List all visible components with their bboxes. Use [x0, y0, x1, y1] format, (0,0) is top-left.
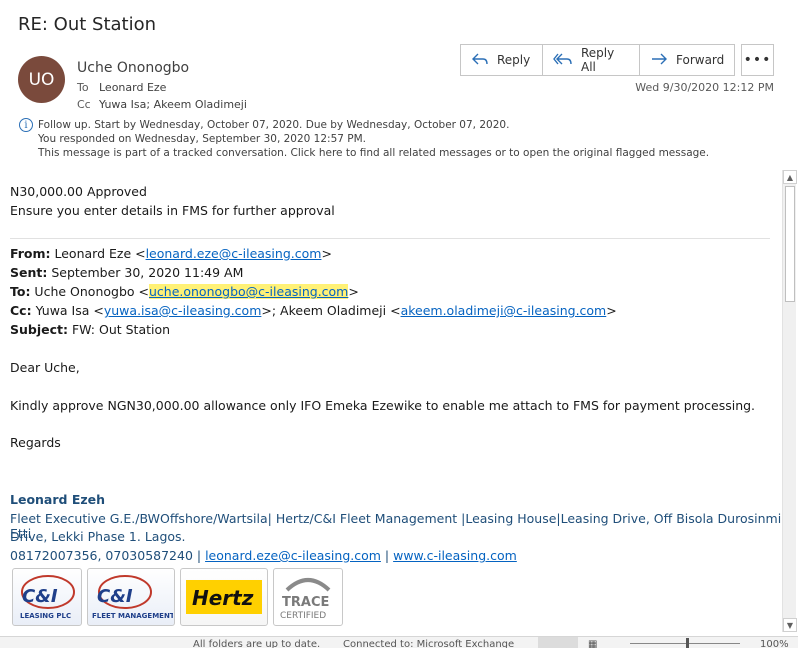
signature-email-link[interactable]: leonard.eze@c-ileasing.com	[205, 548, 381, 563]
cc-close: >	[606, 303, 617, 318]
trace-certified-logo[interactable]: TRACE CERTIFIED	[273, 568, 343, 626]
cc-email1-link[interactable]: yuwa.isa@c-ileasing.com	[104, 303, 262, 318]
cc-line: Cc Yuwa Isa; Akeem Oladimeji	[77, 98, 247, 111]
quoted-sent: Sent: September 30, 2020 11:49 AM	[10, 265, 243, 280]
action-bar: Reply Reply All Forward	[460, 44, 735, 76]
closing: Regards	[10, 435, 61, 450]
scroll-up-icon[interactable]: ▲	[783, 170, 797, 184]
to-email-link[interactable]: uche.ononogbo@c-ileasing.com	[148, 284, 349, 299]
status-folders: All folders are up to date.	[193, 639, 321, 648]
signature-address: Drive, Lekki Phase 1. Lagos.	[10, 529, 186, 544]
sent-label: Sent:	[10, 265, 48, 280]
reply-button[interactable]: Reply	[461, 45, 543, 75]
body-line-approved: N30,000.00 Approved	[10, 184, 147, 199]
cc-quote-label: Cc:	[10, 303, 32, 318]
cc-name2: >; Akeem Oladimeji <	[261, 303, 401, 318]
more-actions-button[interactable]: •••	[741, 44, 774, 76]
sender-name[interactable]: Uche Ononogbo	[77, 60, 189, 76]
info-icon: i	[19, 118, 33, 132]
svg-text:TRACE: TRACE	[282, 595, 329, 610]
vertical-scrollbar[interactable]: ▲ ▼	[782, 170, 797, 632]
forward-label: Forward	[676, 53, 725, 67]
to-quote-label: To:	[10, 284, 31, 299]
reply-all-button[interactable]: Reply All	[543, 45, 640, 75]
from-email-link[interactable]: leonard.eze@c-ileasing.com	[146, 246, 322, 261]
zoom-slider-thumb[interactable]	[686, 638, 689, 648]
cc-email2-link[interactable]: akeem.oladimeji@c-ileasing.com	[401, 303, 607, 318]
zoom-slider-track[interactable]	[630, 643, 740, 644]
reply-label: Reply	[497, 53, 531, 67]
signature-sep: |	[380, 548, 394, 563]
zoom-level[interactable]: 100%	[760, 639, 789, 648]
cc-label: Cc	[77, 98, 91, 111]
message-date: Wed 9/30/2020 12:12 PM	[635, 81, 774, 94]
message-body: N30,000.00 Approved Ensure you enter det…	[0, 170, 782, 632]
svg-text:C&I: C&I	[97, 586, 133, 607]
signature-web-link[interactable]: www.c-ileasing.com	[393, 548, 517, 563]
svg-text:CERTIFIED: CERTIFIED	[280, 611, 326, 621]
quoted-from: From: Leonard Eze <leonard.eze@c-ileasin…	[10, 246, 332, 261]
info-tracked[interactable]: This message is part of a tracked conver…	[38, 147, 709, 159]
svg-text:FLEET MANAGEMENT: FLEET MANAGEMENT	[92, 612, 173, 620]
signature-phones: 08172007356, 07030587240 |	[10, 548, 206, 563]
info-responded[interactable]: You responded on Wednesday, September 30…	[38, 133, 366, 145]
svg-text:Hertz: Hertz	[192, 586, 254, 610]
quoted-cc: Cc: Yuwa Isa <yuwa.isa@c-ileasing.com>; …	[10, 303, 617, 318]
ci-fleet-logo[interactable]: C&I FLEET MANAGEMENT	[87, 568, 175, 626]
status-bar: All folders are up to date. Connected to…	[0, 636, 798, 648]
from-close: >	[321, 246, 332, 261]
scroll-down-icon[interactable]: ▼	[783, 618, 797, 632]
signature-logos: C&I LEASING PLC C&I FLEET MANAGEMENT Her…	[12, 568, 343, 626]
ci-leasing-logo[interactable]: C&I LEASING PLC	[12, 568, 82, 626]
quoted-to: To: Uche Ononogbo <uche.ononogbo@c-ileas…	[10, 284, 359, 299]
normal-view-icon[interactable]	[538, 637, 578, 648]
svg-text:C&I: C&I	[22, 586, 58, 607]
from-name: Leonard Eze <	[50, 246, 146, 261]
forward-icon	[650, 51, 668, 70]
body-content: Kindly approve NGN30,000.00 allowance on…	[10, 398, 756, 413]
reading-view-icon[interactable]: ▦	[588, 639, 597, 648]
to-line: To Leonard Eze	[77, 81, 166, 94]
info-followup: Follow up. Start by Wednesday, October 0…	[38, 119, 510, 131]
quoted-subject: Subject: FW: Out Station	[10, 322, 170, 337]
forward-button[interactable]: Forward	[640, 45, 734, 75]
subject-quote-value: FW: Out Station	[68, 322, 171, 337]
signature-name: Leonard Ezeh	[10, 492, 106, 507]
to-close: >	[348, 284, 359, 299]
sent-value: September 30, 2020 11:49 AM	[47, 265, 244, 280]
from-label: From:	[10, 246, 51, 261]
svg-text:LEASING PLC: LEASING PLC	[20, 612, 71, 620]
reply-all-icon	[553, 51, 573, 70]
body-line-instruction: Ensure you enter details in FMS for furt…	[10, 203, 335, 218]
to-label: To	[77, 81, 89, 94]
signature-contacts: 08172007356, 07030587240 | leonard.eze@c…	[10, 548, 517, 563]
greeting: Dear Uche,	[10, 360, 80, 375]
quote-separator	[10, 238, 770, 239]
subject-quote-label: Subject:	[10, 322, 68, 337]
reply-icon	[471, 51, 489, 70]
subject-heading: RE: Out Station	[18, 14, 157, 35]
to-recipient[interactable]: Leonard Eze	[99, 81, 166, 94]
cc-name1: Yuwa Isa <	[31, 303, 104, 318]
to-quote-name: Uche Ononogbo <	[30, 284, 149, 299]
reply-all-label: Reply All	[581, 46, 615, 74]
avatar[interactable]: UO	[18, 56, 65, 103]
scroll-thumb[interactable]	[785, 186, 795, 302]
hertz-logo[interactable]: Hertz	[180, 568, 268, 626]
status-connection: Connected to: Microsoft Exchange	[343, 639, 515, 648]
cc-recipients[interactable]: Yuwa Isa; Akeem Oladimeji	[99, 98, 247, 111]
